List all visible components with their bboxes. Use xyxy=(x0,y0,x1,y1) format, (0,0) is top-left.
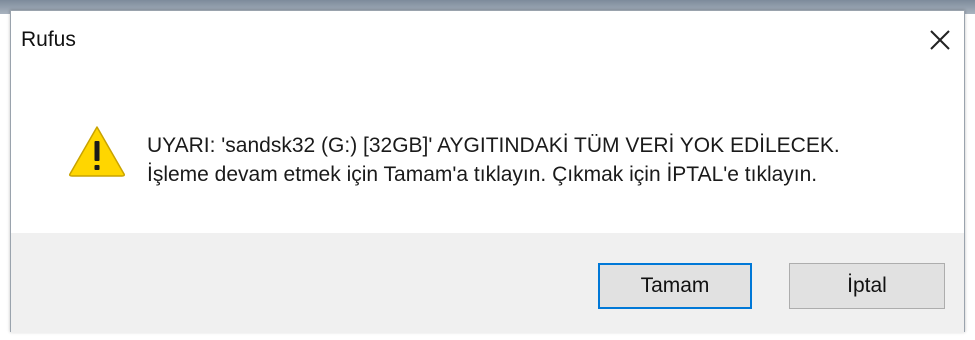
window-title: Rufus xyxy=(21,28,76,51)
warning-message: UYARI: 'sandsk32 (G:) [32GB]' AYGITINDAK… xyxy=(147,131,840,189)
rufus-dialog: Rufus UYARI: 'sandsk32 (G:) [32GB]' AYGI… xyxy=(10,10,965,333)
title-bar[interactable]: Rufus xyxy=(11,11,964,69)
warning-icon xyxy=(69,126,125,177)
close-button[interactable] xyxy=(918,21,962,59)
button-bar: Tamam İptal xyxy=(11,233,964,333)
dialog-content: UYARI: 'sandsk32 (G:) [32GB]' AYGITINDAK… xyxy=(11,69,964,233)
cancel-button[interactable]: İptal xyxy=(789,263,945,309)
close-icon xyxy=(930,30,950,50)
warning-message-line-2: İşleme devam etmek için Tamam'a tıklayın… xyxy=(147,163,818,186)
warning-message-line-1: UYARI: 'sandsk32 (G:) [32GB]' AYGITINDAK… xyxy=(147,134,840,157)
ok-button[interactable]: Tamam xyxy=(598,263,752,309)
